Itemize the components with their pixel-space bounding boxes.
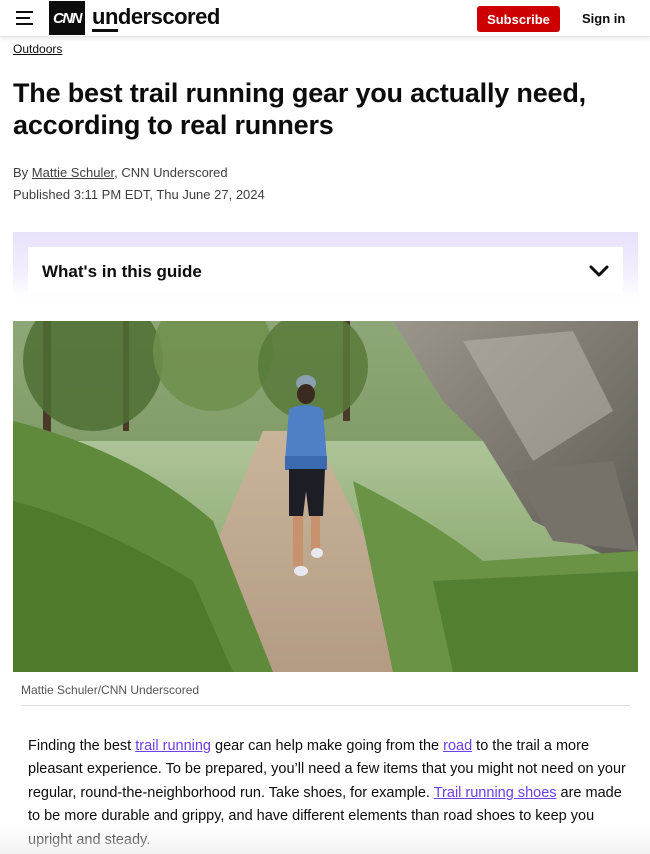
guide-title: What's in this guide [42,262,202,281]
subscribe-button[interactable]: Subscribe [477,6,560,32]
guide-toggle[interactable]: What's in this guide [28,247,623,295]
image-caption: Mattie Schuler/CNN Underscored [21,683,200,697]
link-trail-running-shoes[interactable]: Trail running shoes [434,785,557,801]
caption-divider [21,705,630,706]
author-link[interactable]: Mattie Schuler [32,165,114,180]
site-header: CNN underscored Subscribe Sign in [0,0,650,37]
link-road[interactable]: road [443,738,472,754]
wordmark-underline [92,29,118,32]
chevron-down-icon [589,265,609,277]
paragraph-text: Finding the best [28,738,136,754]
paragraph-text: gear can help make going from the [210,738,444,754]
cnn-logo-text: CNN [53,9,83,27]
hero-image [13,321,638,672]
underscored-wordmark[interactable]: underscored [92,4,220,30]
byline: By Mattie Schuler, CNN Underscored [13,165,228,180]
cnn-logo[interactable]: CNN [49,1,85,35]
published-timestamp: Published 3:11 PM EDT, Thu June 27, 2024 [13,187,265,202]
link-trail-running[interactable]: trail running [135,738,211,754]
byline-suffix: , CNN Underscored [114,165,228,180]
byline-prefix: By [13,165,32,180]
section-link-outdoors[interactable]: Outdoors [13,42,62,56]
bottom-fade [0,826,650,854]
sign-in-link[interactable]: Sign in [582,11,625,26]
menu-icon[interactable] [16,11,33,25]
article-title: The best trail running gear you actually… [13,78,586,140]
